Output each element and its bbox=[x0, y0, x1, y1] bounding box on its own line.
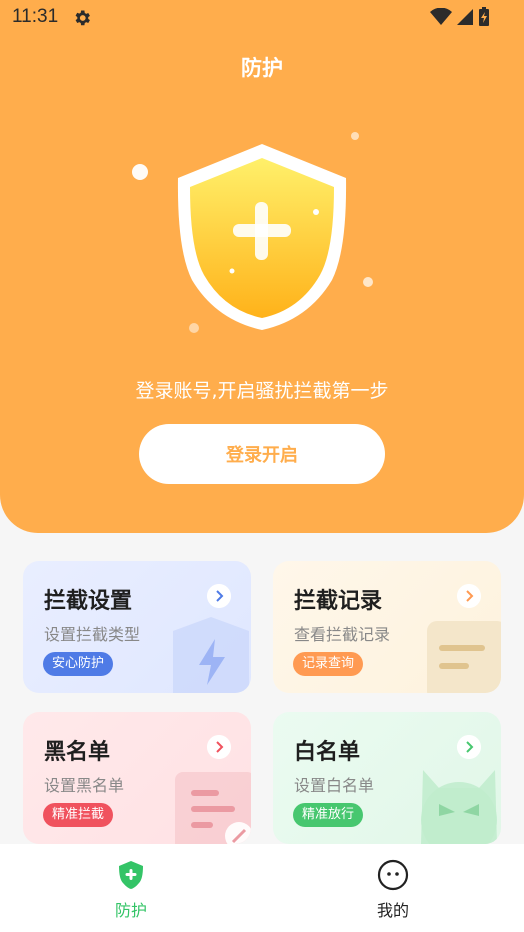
card-tag: 精准放行 bbox=[293, 803, 364, 827]
tab-protection[interactable]: 防护 bbox=[0, 844, 262, 932]
card-subtitle: 查看拦截记录 bbox=[294, 625, 391, 644]
shield-plus-illustration bbox=[132, 132, 373, 333]
page-title: 防护 bbox=[241, 56, 283, 80]
card-title: 黑名单 bbox=[44, 740, 111, 765]
chevron-right-icon[interactable] bbox=[207, 584, 231, 608]
card-title: 拦截记录 bbox=[294, 589, 383, 614]
hero-description: 登录账号,开启骚扰拦截第一步 bbox=[135, 380, 389, 402]
card-intercept-settings[interactable]: 拦截设置 设置拦截类型 安心防护 bbox=[23, 561, 251, 693]
card-title: 白名单 bbox=[294, 740, 361, 765]
chevron-right-icon[interactable] bbox=[207, 735, 231, 759]
card-intercept-records[interactable]: 拦截记录 查看拦截记录 记录查询 bbox=[273, 561, 501, 693]
wifi-icon bbox=[430, 8, 452, 25]
blocked-list-icon bbox=[175, 772, 251, 844]
settings-gear-icon bbox=[75, 10, 90, 26]
status-bar: 11:31 bbox=[0, 0, 524, 36]
status-time: 11:31 bbox=[12, 6, 59, 27]
smiley-face-icon bbox=[377, 859, 409, 891]
document-lines-icon bbox=[427, 621, 501, 693]
chevron-right-icon[interactable] bbox=[457, 735, 481, 759]
card-tag: 安心防护 bbox=[43, 652, 114, 676]
tab-label: 防护 bbox=[114, 901, 147, 920]
card-tag: 记录查询 bbox=[293, 652, 364, 676]
shield-lightning-icon bbox=[173, 617, 249, 693]
devil-face-icon bbox=[421, 770, 497, 844]
card-tag: 精准拦截 bbox=[43, 803, 114, 827]
chevron-right-icon[interactable] bbox=[457, 584, 481, 608]
card-whitelist[interactable]: 白名单 设置白名单 精准放行 bbox=[273, 712, 501, 844]
card-subtitle: 设置黑名单 bbox=[44, 776, 125, 795]
cell-signal-icon bbox=[457, 9, 473, 25]
tab-mine[interactable]: 我的 bbox=[262, 844, 524, 932]
card-subtitle: 设置白名单 bbox=[294, 776, 375, 795]
shield-plus-icon bbox=[119, 861, 143, 889]
bottom-tab-bar: 防护 我的 bbox=[0, 844, 524, 932]
card-blacklist[interactable]: 黑名单 设置黑名单 精准拦截 bbox=[23, 712, 251, 844]
login-enable-button[interactable]: 登录开启 bbox=[139, 424, 385, 484]
battery-charging-icon bbox=[479, 7, 489, 26]
card-title: 拦截设置 bbox=[44, 589, 133, 614]
tab-label: 我的 bbox=[376, 901, 409, 920]
card-subtitle: 设置拦截类型 bbox=[44, 625, 141, 644]
